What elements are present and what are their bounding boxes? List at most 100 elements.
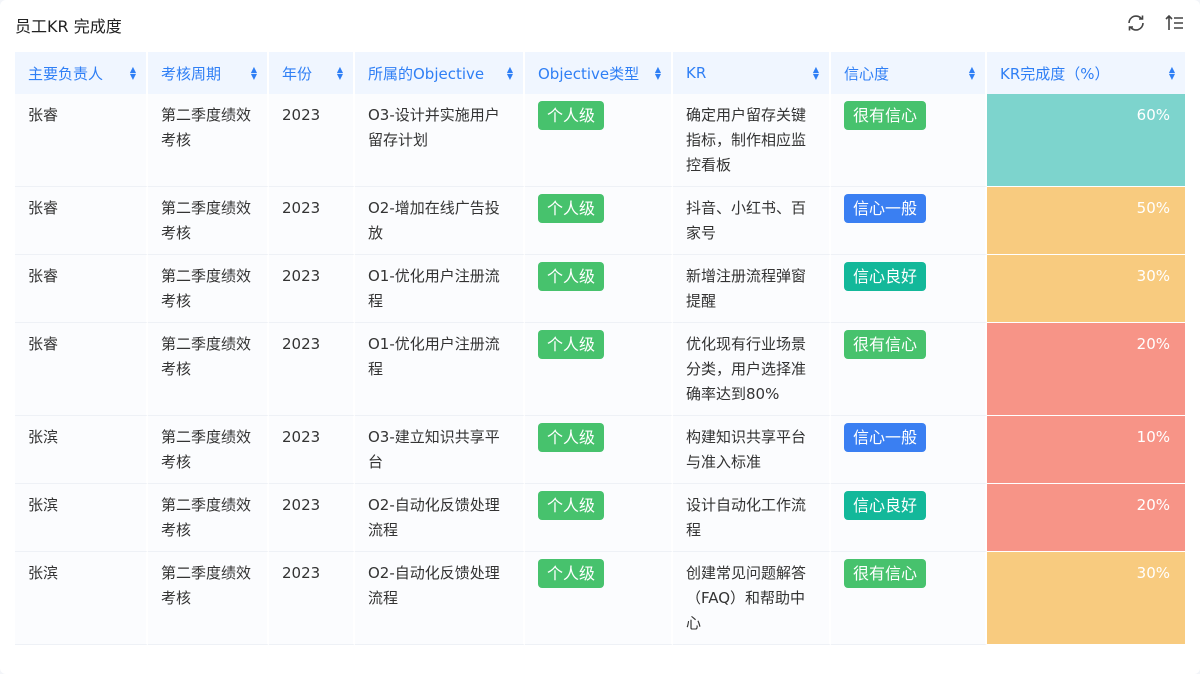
sort-icon[interactable]: ▲ ▼ <box>337 66 343 81</box>
objective-type-badge: 个人级 <box>538 262 605 291</box>
column-header-objective[interactable]: 所属的Objective ▲ ▼ <box>355 52 525 94</box>
column-label: 主要负责人 <box>28 64 104 83</box>
kr-completion-cell: 10% <box>987 416 1187 484</box>
confidence-badge: 信心良好 <box>844 491 927 520</box>
column-header-kr[interactable]: KR ▲ ▼ <box>673 52 831 94</box>
owner-cell: 张睿 <box>15 323 148 416</box>
kr-completion-cell: 60% <box>987 94 1187 187</box>
table-row[interactable]: 张滨 第二季度绩效考核 2023 O2-自动化反馈处理流程 个人级 设计自动化工作流程 信心… <box>15 484 1187 552</box>
objective-type-badge: 个人级 <box>538 330 605 359</box>
column-label: Objective类型 <box>538 64 640 83</box>
confidence-cell: 信心良好 <box>831 484 987 552</box>
owner-cell: 张滨 <box>15 416 148 484</box>
sort-list-icon[interactable] <box>1164 12 1186 34</box>
objective-type-badge: 个人级 <box>538 101 605 130</box>
objective-type-badge: 个人级 <box>538 194 605 223</box>
objective-type-cell: 个人级 <box>525 552 673 645</box>
objective-type-cell: 个人级 <box>525 323 673 416</box>
objective-type-cell: 个人级 <box>525 94 673 187</box>
column-label: 所属的Objective <box>368 64 485 83</box>
owner-cell: 张睿 <box>15 187 148 255</box>
table-row[interactable]: 张睿 第二季度绩效考核 2023 O2-增加在线广告投放 个人级 抖音、小红书、百家号 信心… <box>15 187 1187 255</box>
sort-icon[interactable]: ▲ ▼ <box>507 66 513 81</box>
year-cell: 2023 <box>269 94 355 187</box>
kr-table: 主要负责人 ▲ ▼ 考核周期 ▲ ▼ 年份 ▲ ▼ 所属的Objective ▲ ▼ Objective… <box>15 52 1187 645</box>
year-cell: 2023 <box>269 552 355 645</box>
year-cell: 2023 <box>269 255 355 323</box>
period-cell: 第二季度绩效考核 <box>148 187 269 255</box>
table-row[interactable]: 张睿 第二季度绩效考核 2023 O1-优化用户注册流程 个人级 优化现有行业场景分类，用… <box>15 323 1187 416</box>
kr-completion-cell: 30% <box>987 552 1187 645</box>
column-label: KR完成度（%） <box>1000 64 1110 83</box>
period-cell: 第二季度绩效考核 <box>148 552 269 645</box>
kr-cell: 确定用户留存关键指标，制作相应监控看板 <box>673 94 831 187</box>
year-cell: 2023 <box>269 323 355 416</box>
objective-type-cell: 个人级 <box>525 187 673 255</box>
kr-cell: 抖音、小红书、百家号 <box>673 187 831 255</box>
column-header-objective-type[interactable]: Objective类型 ▲ ▼ <box>525 52 673 94</box>
kr-cell: 构建知识共享平台与准入标准 <box>673 416 831 484</box>
column-header-confidence[interactable]: 信心度 ▲ ▼ <box>831 52 987 94</box>
confidence-badge: 信心良好 <box>844 262 927 291</box>
confidence-badge: 很有信心 <box>844 559 927 588</box>
owner-cell: 张睿 <box>15 255 148 323</box>
kr-cell: 优化现有行业场景分类，用户选择准确率达到80% <box>673 323 831 416</box>
column-header-year[interactable]: 年份 ▲ ▼ <box>269 52 355 94</box>
kr-completion-cell: 50% <box>987 187 1187 255</box>
sort-icon[interactable]: ▲ ▼ <box>655 66 661 81</box>
objective-type-cell: 个人级 <box>525 416 673 484</box>
objective-type-cell: 个人级 <box>525 255 673 323</box>
sort-icon[interactable]: ▲ ▼ <box>130 66 136 81</box>
column-label: 考核周期 <box>161 64 222 83</box>
confidence-badge: 很有信心 <box>844 101 927 130</box>
objective-cell: O2-自动化反馈处理流程 <box>355 552 525 645</box>
sort-icon[interactable]: ▲ ▼ <box>251 66 257 81</box>
confidence-badge: 很有信心 <box>844 330 927 359</box>
objective-cell: O3-设计并实施用户留存计划 <box>355 94 525 187</box>
refresh-icon[interactable] <box>1125 12 1147 34</box>
year-cell: 2023 <box>269 187 355 255</box>
confidence-badge: 信心一般 <box>844 194 927 223</box>
column-header-period[interactable]: 考核周期 ▲ ▼ <box>148 52 269 94</box>
table-row[interactable]: 张滨 第二季度绩效考核 2023 O3-建立知识共享平台 个人级 构建知识共享平台与准入标… <box>15 416 1187 484</box>
objective-cell: O2-自动化反馈处理流程 <box>355 484 525 552</box>
confidence-cell: 很有信心 <box>831 552 987 645</box>
sort-icon[interactable]: ▲ ▼ <box>813 66 819 81</box>
confidence-badge: 信心一般 <box>844 423 927 452</box>
period-cell: 第二季度绩效考核 <box>148 255 269 323</box>
kr-completion-cell: 30% <box>987 255 1187 323</box>
column-header-owner[interactable]: 主要负责人 ▲ ▼ <box>15 52 148 94</box>
objective-cell: O1-优化用户注册流程 <box>355 323 525 416</box>
column-label: 年份 <box>282 64 313 83</box>
objective-type-cell: 个人级 <box>525 484 673 552</box>
confidence-cell: 信心一般 <box>831 187 987 255</box>
confidence-cell: 很有信心 <box>831 94 987 187</box>
owner-cell: 张睿 <box>15 94 148 187</box>
table-row[interactable]: 张睿 第二季度绩效考核 2023 O3-设计并实施用户留存计划 个人级 确定用户留存关键指… <box>15 94 1187 187</box>
kr-cell: 新增注册流程弹窗提醒 <box>673 255 831 323</box>
confidence-cell: 很有信心 <box>831 323 987 416</box>
kr-completion-cell: 20% <box>987 484 1187 552</box>
column-label: 信心度 <box>844 64 890 83</box>
column-label: KR <box>686 64 707 82</box>
table-row[interactable]: 张睿 第二季度绩效考核 2023 O1-优化用户注册流程 个人级 新增注册流程弹窗提醒 信心… <box>15 255 1187 323</box>
objective-type-badge: 个人级 <box>538 491 605 520</box>
column-header-kr-completion[interactable]: KR完成度（%） ▲ ▼ <box>987 52 1187 94</box>
sort-icon[interactable]: ▲ ▼ <box>969 66 975 81</box>
year-cell: 2023 <box>269 416 355 484</box>
period-cell: 第二季度绩效考核 <box>148 323 269 416</box>
table-row[interactable]: 张滨 第二季度绩效考核 2023 O2-自动化反馈处理流程 个人级 创建常见问题解答（FA… <box>15 552 1187 645</box>
objective-type-badge: 个人级 <box>538 559 605 588</box>
period-cell: 第二季度绩效考核 <box>148 484 269 552</box>
confidence-cell: 信心一般 <box>831 416 987 484</box>
confidence-cell: 信心良好 <box>831 255 987 323</box>
kr-completion-card: 员工KR 完成度 主要负责人 ▲ ▼ 考核周期 ▲ ▼ 年份 ▲ ▼ 所属的Objective ▲ ▼… <box>0 0 1200 674</box>
card-title: 员工KR 完成度 <box>15 17 122 36</box>
objective-cell: O1-优化用户注册流程 <box>355 255 525 323</box>
period-cell: 第二季度绩效考核 <box>148 416 269 484</box>
kr-completion-cell: 20% <box>987 323 1187 416</box>
objective-type-badge: 个人级 <box>538 423 605 452</box>
year-cell: 2023 <box>269 484 355 552</box>
sort-icon[interactable]: ▲ ▼ <box>1169 66 1175 81</box>
period-cell: 第二季度绩效考核 <box>148 94 269 187</box>
